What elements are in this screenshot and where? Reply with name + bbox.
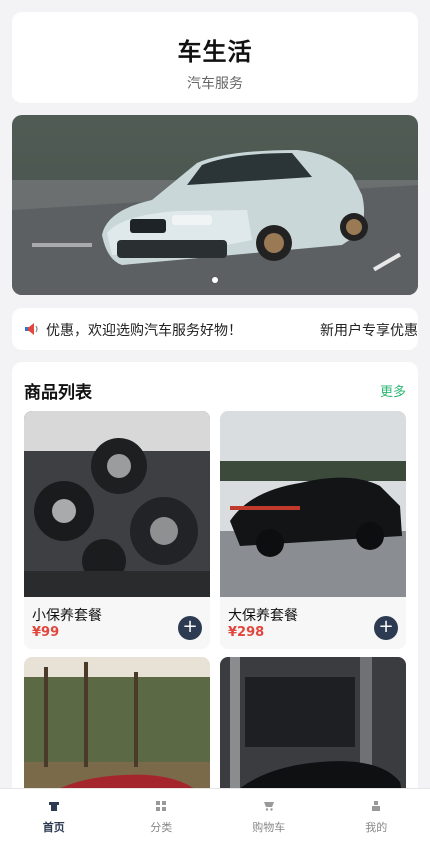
notice-bar[interactable]: 享优惠，欢迎选购汽车服务好物！ 新用户专享优惠 (12, 308, 418, 350)
tab-home[interactable]: 首页 (0, 789, 108, 844)
goods-header: 商品列表 更多 (24, 378, 406, 403)
product-card[interactable]: 大保养套餐 ¥298 + (220, 411, 406, 649)
tab-home-label: 首页 (42, 821, 65, 834)
speaker-icon (25, 323, 38, 335)
notice-text-2: 新用户专享优惠 (320, 323, 418, 339)
tab-category[interactable]: 分类 (108, 789, 216, 844)
bottom-tab-bar: 首页 分类 购物车 我的 (0, 788, 430, 844)
tab-profile[interactable]: 我的 (323, 789, 430, 844)
home-icon (48, 802, 59, 811)
more-link[interactable]: 更多 (380, 381, 406, 400)
cart-icon (263, 802, 274, 811)
goods-title: 商品列表 (24, 382, 92, 403)
page-title: 车生活 (177, 38, 253, 66)
tab-category-label: 分类 (150, 821, 173, 834)
product-image-engine (24, 411, 210, 597)
header-card: 车生活 汽车服务 (12, 12, 418, 103)
carousel-dot[interactable] (212, 277, 218, 283)
add-to-cart-button[interactable]: + (374, 616, 398, 640)
user-icon (372, 801, 381, 811)
tab-cart[interactable]: 购物车 (215, 789, 323, 844)
product-name: 大保养套餐 (228, 608, 298, 624)
banner-carousel[interactable] (12, 115, 418, 295)
tab-profile-label: 我的 (365, 821, 388, 834)
page-subtitle: 汽车服务 (187, 76, 243, 92)
goods-section: 商品列表 更多 小保养套餐 ¥99 + 大保养套餐 ¥298 + (12, 362, 418, 844)
product-image-porsche (220, 411, 406, 597)
notice-text-1: 享优惠，欢迎选购汽车服务好物！ (46, 323, 242, 339)
tab-cart-label: 购物车 (252, 821, 286, 834)
product-name: 小保养套餐 (32, 608, 102, 624)
notice-marquee: 享优惠，欢迎选购汽车服务好物！ 新用户专享优惠 (46, 319, 418, 339)
product-price: ¥298 (228, 625, 265, 640)
grid-icon (156, 801, 167, 811)
app-screen: 车生活 汽车服务 享优惠，欢迎选购汽车服务好物！ 新用户专享优惠 商品列表 更多… (0, 0, 430, 844)
add-to-cart-button[interactable]: + (178, 616, 202, 640)
product-price: ¥99 (32, 625, 60, 640)
carousel-indicator[interactable] (12, 268, 418, 287)
product-card[interactable]: 小保养套餐 ¥99 + (24, 411, 210, 649)
